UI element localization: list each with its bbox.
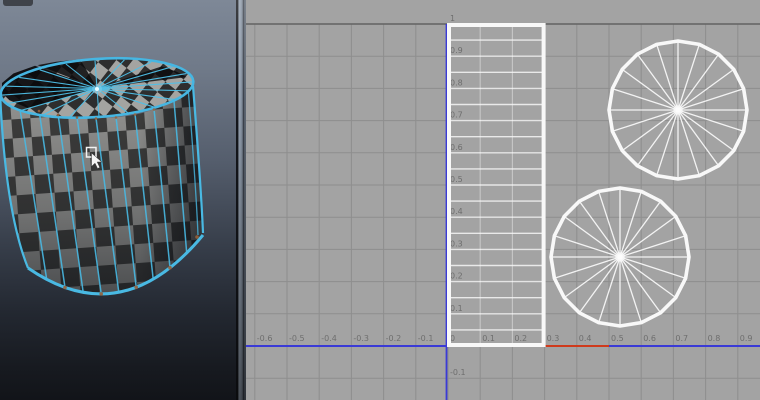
u-axis-tick-label: 0.3 (547, 334, 560, 343)
u-axis-tick-label: -0.3 (353, 334, 369, 343)
u-axis-tick-label: 0.6 (643, 334, 656, 343)
uv-shell-rect-strip[interactable] (447, 23, 546, 347)
v-axis-tick-label: 0.7 (450, 111, 463, 120)
v-axis-tick-label: 1 (450, 14, 455, 23)
u-axis-tick-label: 0.4 (579, 334, 592, 343)
v-axis-tick-label: 0.8 (450, 78, 463, 87)
v-axis-tick-label: 0.1 (450, 304, 463, 313)
uv-shell-circle-bottom[interactable] (549, 186, 691, 328)
u-axis-tick-label: 0.5 (611, 334, 624, 343)
v-axis-tick-label: 0.6 (450, 143, 463, 152)
u-axis-tick-label: -0.5 (289, 334, 305, 343)
cylinder-scene (0, 52, 205, 296)
uv-shell-center-vertex[interactable] (617, 254, 623, 260)
u-axis-tick-label: 0.9 (740, 334, 753, 343)
cap-center-vertex (95, 87, 99, 91)
v-axis-tick-label: 0.9 (450, 46, 463, 55)
cylinder-object[interactable] (0, 52, 205, 296)
v-axis-tick-label: -0.1 (450, 368, 466, 377)
uv-editor-canvas[interactable]: -0.6 -0.5 -0.4 -0.3 -0.2 -0.1 0 0.1 0.2 0.3 0.4 0.5… (246, 0, 760, 400)
viewport-3d[interactable] (0, 0, 236, 400)
panel-divider[interactable] (236, 0, 246, 400)
u-axis-tick-label: -0.1 (418, 334, 434, 343)
u-axis-tick-label: 0.2 (514, 334, 527, 343)
v-axis-tick-label: 0.5 (450, 175, 463, 184)
v-axis-tick-label: 0.2 (450, 272, 463, 281)
u-axis-tick-label: 0.1 (482, 334, 495, 343)
uv-shell-center-vertex[interactable] (675, 107, 681, 113)
v-axis-tick-label: 0.3 (450, 239, 463, 248)
uv-editor-panel[interactable]: -0.6 -0.5 -0.4 -0.3 -0.2 -0.1 0 0.1 0.2 0.3 0.4 0.5… (246, 0, 760, 400)
u-axis-tick-label: 0.8 (708, 334, 721, 343)
v-axis-tick-label: 0.4 (450, 207, 463, 216)
u-axis-tick-label: -0.6 (257, 334, 273, 343)
uv-shell-circle-top[interactable] (607, 39, 749, 181)
app-window: -0.6 -0.5 -0.4 -0.3 -0.2 -0.1 0 0.1 0.2 0.3 0.4 0.5… (0, 0, 760, 400)
u-axis-tick-label: 0.7 (675, 334, 688, 343)
u-axis-tick-label: -0.2 (386, 334, 402, 343)
u-axis-tick-label: -0.4 (321, 334, 337, 343)
panel-corner-tab (3, 0, 33, 6)
